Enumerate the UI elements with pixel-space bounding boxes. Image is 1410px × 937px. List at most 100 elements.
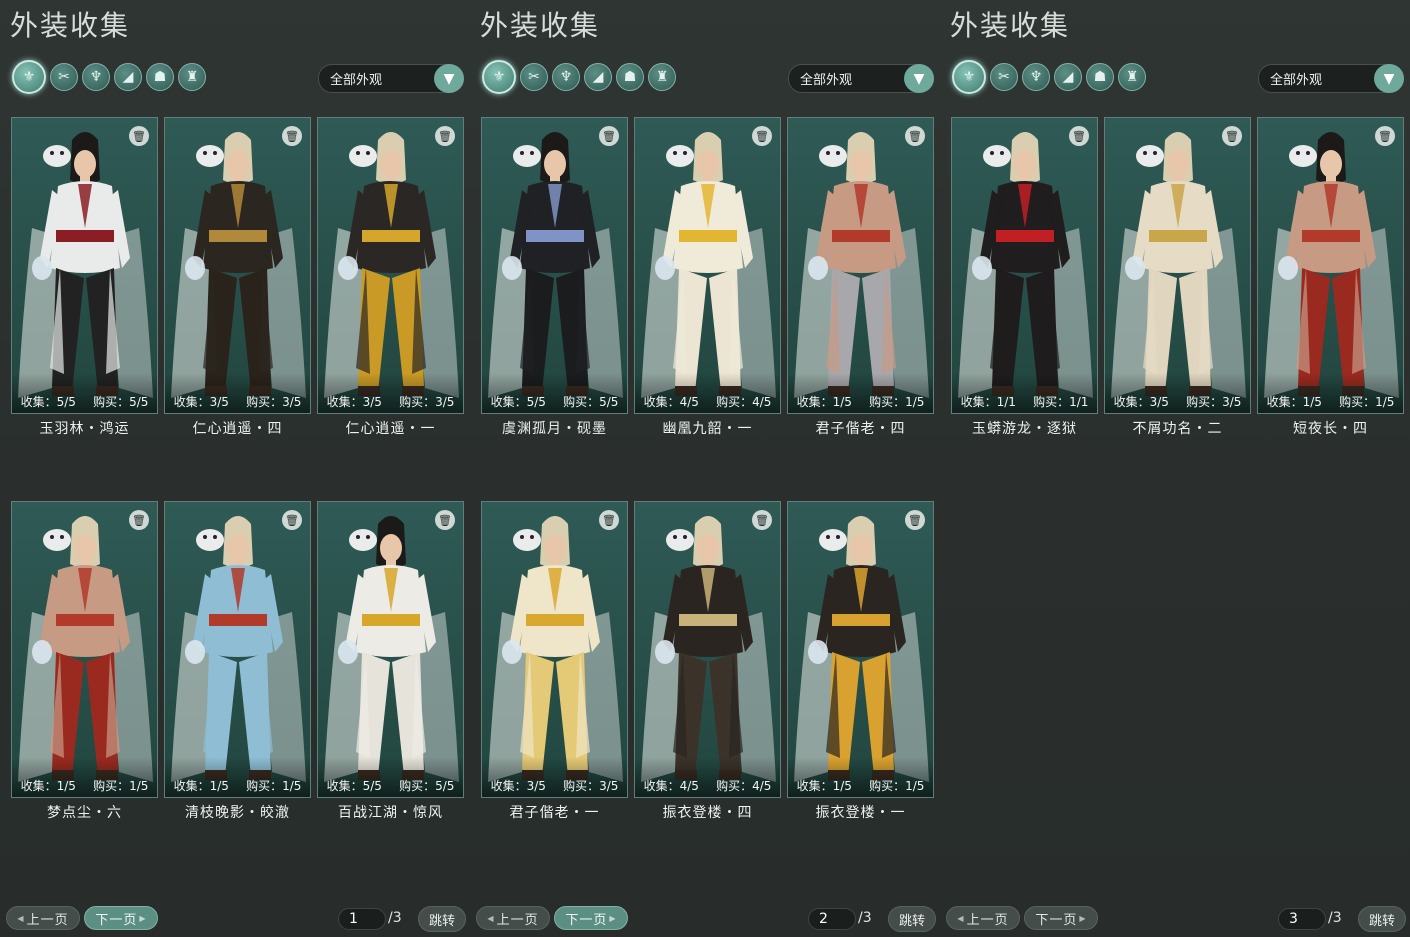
category-outfit-icon[interactable]: ⚜ — [952, 60, 986, 94]
outfit-icon: ⚜ — [962, 69, 976, 85]
jump-button[interactable]: 跳转 — [418, 906, 466, 932]
category-hat-icon[interactable]: ✂ — [990, 63, 1018, 91]
trash-icon[interactable]: 🗑 — [435, 510, 455, 530]
outfit-card[interactable]: 🗑 收集：1/5 购买：1/5 — [164, 501, 311, 798]
trash-icon[interactable]: 🗑 — [1222, 126, 1242, 146]
prev-page-button[interactable]: 上一页 — [6, 906, 80, 930]
trash-icon[interactable]: 🗑 — [905, 510, 925, 530]
category-pants-icon[interactable]: ♜ — [648, 63, 676, 91]
mask-icon: ☗ — [623, 69, 637, 85]
prev-page-button[interactable]: 上一页 — [946, 906, 1020, 930]
collect-count: 收集：5/5 — [490, 394, 546, 409]
appearance-filter-dropdown[interactable]: 全部外观 ▼ — [318, 64, 464, 93]
category-tabs: ⚜ ✂ ♆ ◢ ☗ ♜ — [12, 60, 206, 94]
trash-icon[interactable]: 🗑 — [752, 126, 772, 146]
card-stats: 收集：4/5 购买：4/5 — [635, 775, 780, 795]
category-mask-icon[interactable]: ☗ — [616, 63, 644, 91]
outfit-card[interactable]: 🗑 收集：4/5 购买：4/5 — [634, 501, 781, 798]
card-stats: 收集：1/1 购买：1/1 — [952, 391, 1097, 411]
pants-icon: ♜ — [185, 69, 199, 85]
trash-icon[interactable]: 🗑 — [282, 126, 302, 146]
appearance-filter-dropdown[interactable]: 全部外观 ▼ — [1258, 64, 1404, 93]
outfit-name: 君子偕老・四 — [815, 421, 906, 437]
outfit-card[interactable]: 🗑 收集：3/5 购买：3/5 — [164, 117, 311, 414]
card-stats: 收集：3/5 购买：3/5 — [482, 775, 627, 795]
mask-icon: ☗ — [153, 69, 167, 85]
category-pants-icon[interactable]: ♜ — [178, 63, 206, 91]
collect-count: 收集：3/5 — [326, 394, 382, 409]
trash-icon[interactable]: 🗑 — [129, 126, 149, 146]
outfit-card[interactable]: 🗑 收集：1/1 购买：1/1 — [951, 117, 1098, 414]
trash-icon[interactable]: 🗑 — [282, 510, 302, 530]
category-shoe-icon[interactable]: ◢ — [114, 63, 142, 91]
collect-count: 收集：1/5 — [173, 778, 229, 793]
category-pants-icon[interactable]: ♜ — [1118, 63, 1146, 91]
jump-button[interactable]: 跳转 — [1358, 906, 1406, 932]
chevron-down-icon[interactable]: ▼ — [904, 64, 934, 93]
trash-icon[interactable]: 🗑 — [599, 510, 619, 530]
page-number-input[interactable]: 3 — [1278, 908, 1326, 930]
category-shoe-icon[interactable]: ◢ — [584, 63, 612, 91]
outfit-card[interactable]: 🗑 收集：1/5 购买：1/5 — [787, 501, 934, 798]
outfit-name: 幽凰九韶・一 — [662, 421, 753, 437]
chevron-down-icon[interactable]: ▼ — [434, 64, 464, 93]
category-tabs: ⚜ ✂ ♆ ◢ ☗ ♜ — [482, 60, 676, 94]
category-top-icon[interactable]: ♆ — [82, 63, 110, 91]
character-figure — [958, 132, 1093, 398]
trash-icon[interactable]: 🗑 — [129, 510, 149, 530]
category-mask-icon[interactable]: ☗ — [1086, 63, 1114, 91]
outfit-name: 仁心逍遥・四 — [192, 421, 283, 437]
trash-icon[interactable]: 🗑 — [905, 126, 925, 146]
prev-page-button[interactable]: 上一页 — [476, 906, 550, 930]
next-page-button[interactable]: 下一页 — [554, 906, 628, 930]
character-figure — [794, 516, 929, 782]
trash-icon[interactable]: 🗑 — [1069, 126, 1089, 146]
collect-count: 收集：1/1 — [960, 394, 1016, 409]
outfit-card[interactable]: 🗑 收集：5/5 购买：5/5 — [11, 117, 158, 414]
trash-icon[interactable]: 🗑 — [1375, 126, 1395, 146]
category-top-icon[interactable]: ♆ — [1022, 63, 1050, 91]
buy-count: 购买：3/5 — [399, 394, 455, 409]
category-outfit-icon[interactable]: ⚜ — [482, 60, 516, 94]
category-hat-icon[interactable]: ✂ — [520, 63, 548, 91]
category-tabs: ⚜ ✂ ♆ ◢ ☗ ♜ — [952, 60, 1146, 94]
outfit-card[interactable]: 🗑 收集：1/5 购买：1/5 — [1257, 117, 1404, 414]
category-outfit-icon[interactable]: ⚜ — [12, 60, 46, 94]
outfit-card[interactable]: 🗑 收集：3/5 购买：3/5 — [481, 501, 628, 798]
card-stats: 收集：5/5 购买：5/5 — [12, 391, 157, 411]
next-page-button[interactable]: 下一页 — [84, 906, 158, 930]
outfit-card[interactable]: 🗑 收集：1/5 购买：1/5 — [787, 117, 934, 414]
page-number-input[interactable]: 1 — [338, 908, 386, 930]
collect-count: 收集：1/5 — [796, 394, 852, 409]
outfit-card[interactable]: 🗑 收集：4/5 购买：4/5 — [634, 117, 781, 414]
outfit-card[interactable]: 🗑 收集：1/5 购买：1/5 — [11, 501, 158, 798]
outfit-card[interactable]: 🗑 收集：5/5 购买：5/5 — [317, 501, 464, 798]
outfit-card[interactable]: 🗑 收集：5/5 购买：5/5 — [481, 117, 628, 414]
filter-label: 全部外观 — [800, 73, 853, 88]
trash-icon[interactable]: 🗑 — [752, 510, 772, 530]
category-shoe-icon[interactable]: ◢ — [1054, 63, 1082, 91]
collection-panel-2: 外装收集 ⚜ ✂ ♆ ◢ ☗ ♜ 全部外观 ▼ 🗑 收集：5/5 购买：5/5 — [470, 0, 940, 937]
jump-button[interactable]: 跳转 — [888, 906, 936, 932]
card-stats: 收集：1/5 购买：1/5 — [1258, 391, 1403, 411]
outfit-card[interactable]: 🗑 收集：3/5 购买：3/5 — [317, 117, 464, 414]
outfit-card[interactable]: 🗑 收集：3/5 购买：3/5 — [1104, 117, 1251, 414]
collection-panel-3: 外装收集 ⚜ ✂ ♆ ◢ ☗ ♜ 全部外观 ▼ 🗑 收集：1/1 购买：1/1 — [940, 0, 1410, 937]
collect-count: 收集：5/5 — [20, 394, 76, 409]
hat-icon: ✂ — [58, 69, 70, 85]
buy-count: 购买：1/1 — [1033, 394, 1089, 409]
chevron-down-icon[interactable]: ▼ — [1374, 64, 1404, 93]
pagination: 上一页 下一页 2 /3 跳转 — [470, 906, 940, 932]
trash-icon[interactable]: 🗑 — [435, 126, 455, 146]
category-hat-icon[interactable]: ✂ — [50, 63, 78, 91]
buy-count: 购买：1/5 — [869, 778, 925, 793]
pants-icon: ♜ — [655, 69, 669, 85]
category-mask-icon[interactable]: ☗ — [146, 63, 174, 91]
character-figure — [171, 132, 306, 398]
collect-count: 收集：3/5 — [490, 778, 546, 793]
next-page-button[interactable]: 下一页 — [1024, 906, 1098, 930]
page-number-input[interactable]: 2 — [808, 908, 856, 930]
category-top-icon[interactable]: ♆ — [552, 63, 580, 91]
appearance-filter-dropdown[interactable]: 全部外观 ▼ — [788, 64, 934, 93]
trash-icon[interactable]: 🗑 — [599, 126, 619, 146]
